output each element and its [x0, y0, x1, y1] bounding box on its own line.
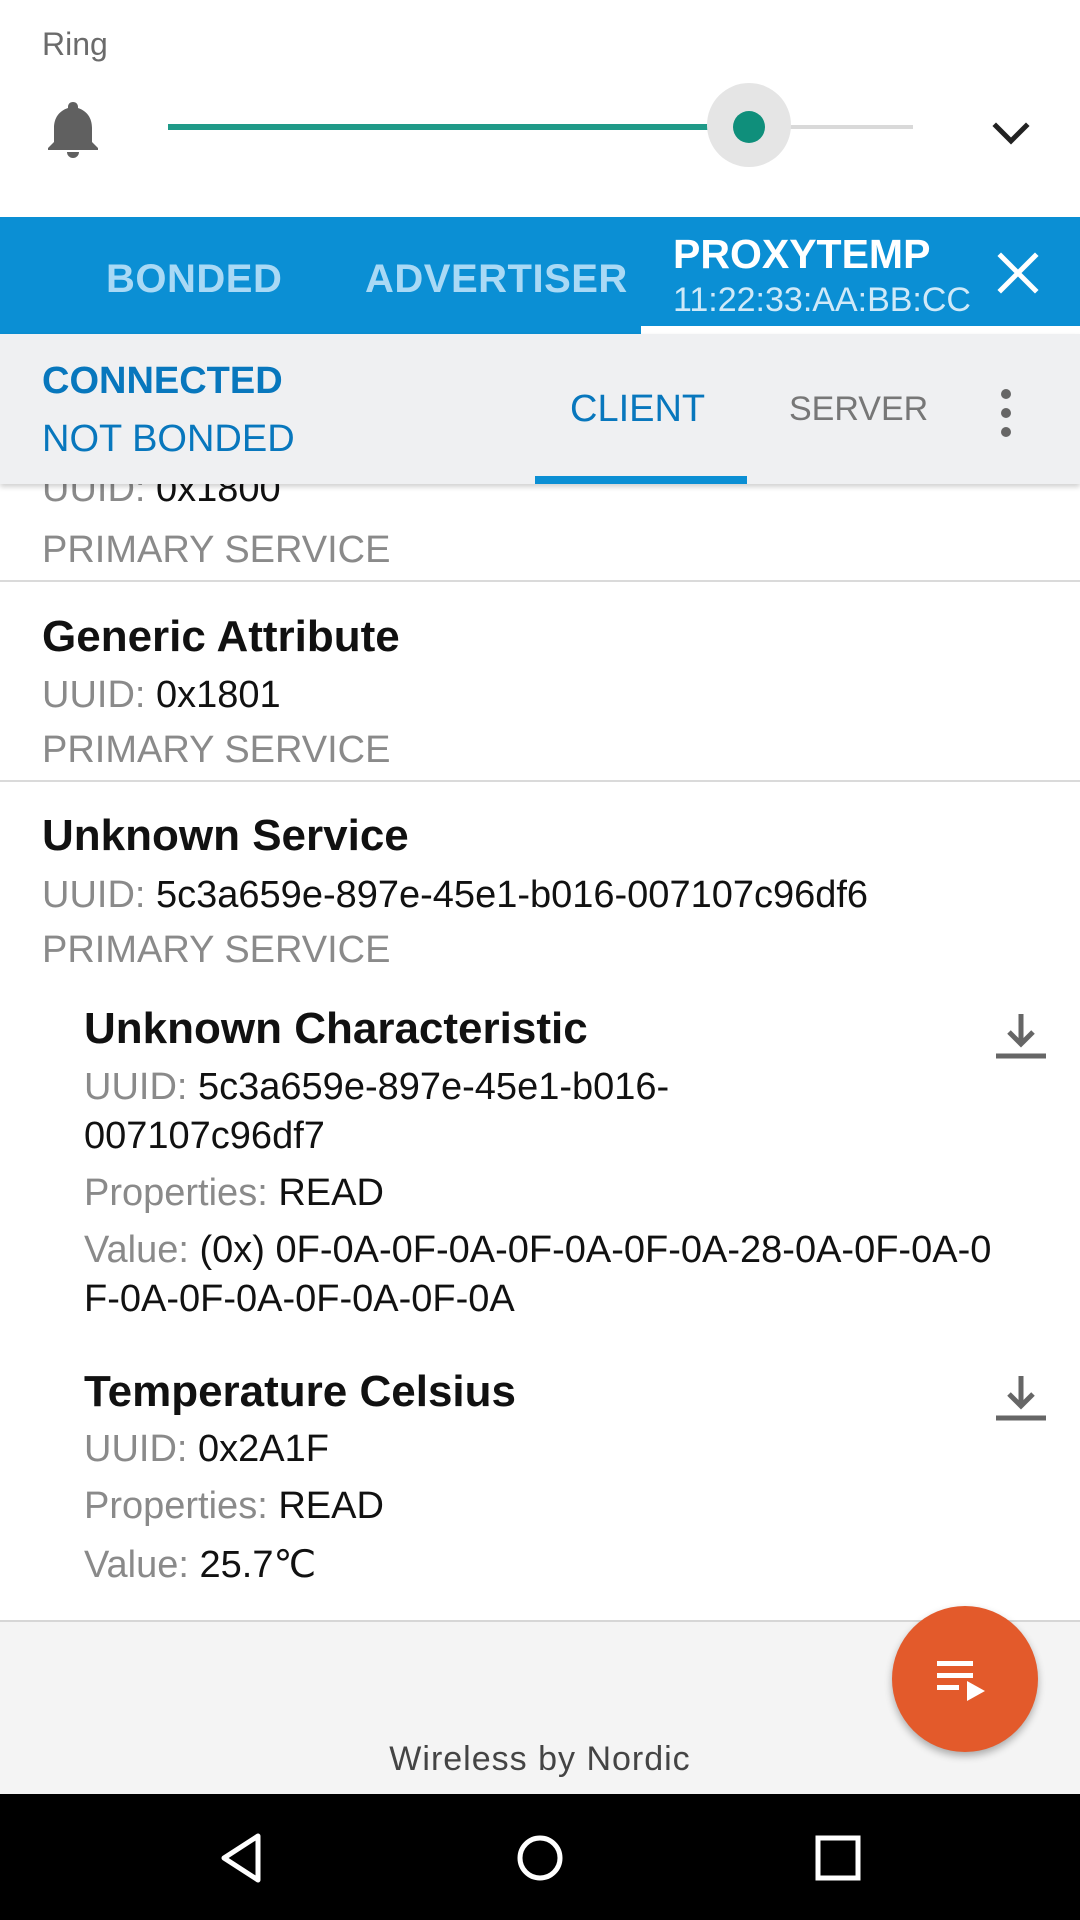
recents-icon[interactable] [810, 1830, 866, 1886]
uuid-label: UUID: [84, 1428, 188, 1470]
value-label: Value: [84, 1229, 189, 1271]
device-tab-bar: BONDED ADVERTISER PROXYTEMP 11:22:33:AA:… [0, 217, 1080, 334]
tab-advertiser[interactable]: ADVERTISER [365, 257, 628, 302]
characteristic-uuid-row: UUID: 0x2A1F [84, 1428, 329, 1471]
characteristic-uuid: 0x2A1F [198, 1428, 329, 1470]
system-nav-bar [0, 1794, 1080, 1920]
uuid-label: UUID: [42, 874, 146, 916]
service-name: Generic Attribute [42, 612, 400, 661]
divider [0, 780, 1080, 782]
connection-state: CONNECTED [42, 360, 283, 402]
service-uuid-row: UUID: 5c3a659e-897e-45e1-b016-007107c96d… [42, 874, 868, 917]
properties-label: Properties: [84, 1485, 268, 1527]
bond-state: NOT BONDED [42, 418, 295, 460]
service-uuid-row: UUID: 0x1801 [42, 674, 281, 717]
tab-client[interactable]: CLIENT [570, 388, 705, 431]
close-icon[interactable] [996, 251, 1040, 295]
log-playlist-icon [937, 1661, 985, 1701]
characteristic-name: Temperature Celsius [84, 1367, 517, 1416]
more-vert-icon[interactable] [998, 388, 1014, 438]
characteristic-name: Unknown Characteristic [84, 1004, 588, 1053]
uuid-label: UUID: [42, 484, 146, 510]
brand-text: Wireless by Nordic [389, 1740, 691, 1778]
active-tab-indicator [641, 326, 1080, 334]
service-type: PRIMARY SERVICE [42, 729, 391, 771]
volume-panel: Ring [0, 0, 1080, 217]
home-icon[interactable] [512, 1830, 568, 1886]
service-uuid: 0x1800 [156, 484, 281, 510]
characteristic-uuid-cont: 007107c96df7 [84, 1115, 325, 1157]
service-type: PRIMARY SERVICE [42, 529, 391, 571]
service-uuid-row: UUID: 0x1800 [42, 484, 281, 511]
slider-fill [168, 124, 749, 130]
download-icon[interactable] [994, 1012, 1048, 1060]
log-fab-button[interactable] [892, 1606, 1038, 1752]
characteristic-value: (0x) 0F-0A-0F-0A-0F-0A-0F-0A-28-0A-0F-0A… [199, 1229, 992, 1271]
client-tab-indicator [535, 476, 747, 484]
characteristic-value-cont: F-0A-0F-0A-0F-0A-0F-0A [84, 1278, 515, 1320]
service-type: PRIMARY SERVICE [42, 929, 391, 971]
back-icon[interactable] [214, 1830, 270, 1886]
characteristic-value-row: Value: (0x) 0F-0A-0F-0A-0F-0A-0F-0A-28-0… [84, 1229, 991, 1272]
value-label: Value: [84, 1544, 189, 1586]
characteristic-properties: READ [278, 1172, 384, 1214]
tab-server[interactable]: SERVER [789, 390, 928, 429]
service-uuid: 0x1801 [156, 674, 281, 716]
uuid-label: UUID: [42, 674, 146, 716]
characteristic-uuid-row: UUID: 5c3a659e-897e-45e1-b016- [84, 1066, 669, 1109]
volume-stream-label: Ring [42, 26, 108, 62]
service-uuid: 5c3a659e-897e-45e1-b016-007107c96df6 [156, 874, 869, 916]
tab-device-mac[interactable]: 11:22:33:AA:BB:CC [673, 281, 971, 320]
connection-bar: CONNECTED NOT BONDED CLIENT SERVER [0, 334, 1080, 484]
characteristic-properties: READ [278, 1485, 384, 1527]
services-list[interactable]: UUID: 0x1800 PRIMARY SERVICE Generic Att… [0, 484, 1080, 1620]
characteristic-uuid: 5c3a659e-897e-45e1-b016- [198, 1066, 670, 1108]
characteristic-value-row: Value: 25.7℃ [84, 1542, 316, 1587]
tab-device-name[interactable]: PROXYTEMP [673, 231, 930, 278]
divider [0, 580, 1080, 582]
service-name: Unknown Service [42, 811, 409, 860]
download-icon[interactable] [994, 1374, 1048, 1422]
characteristic-properties-row: Properties: READ [84, 1485, 384, 1528]
characteristic-properties-row: Properties: READ [84, 1172, 384, 1215]
chevron-down-icon[interactable] [990, 118, 1032, 148]
slider-thumb[interactable] [733, 111, 765, 143]
tab-bonded[interactable]: BONDED [106, 257, 282, 302]
volume-slider[interactable] [168, 83, 913, 167]
characteristic-value: 25.7℃ [199, 1544, 317, 1586]
properties-label: Properties: [84, 1172, 268, 1214]
uuid-label: UUID: [84, 1066, 188, 1108]
bell-icon[interactable] [46, 98, 100, 158]
